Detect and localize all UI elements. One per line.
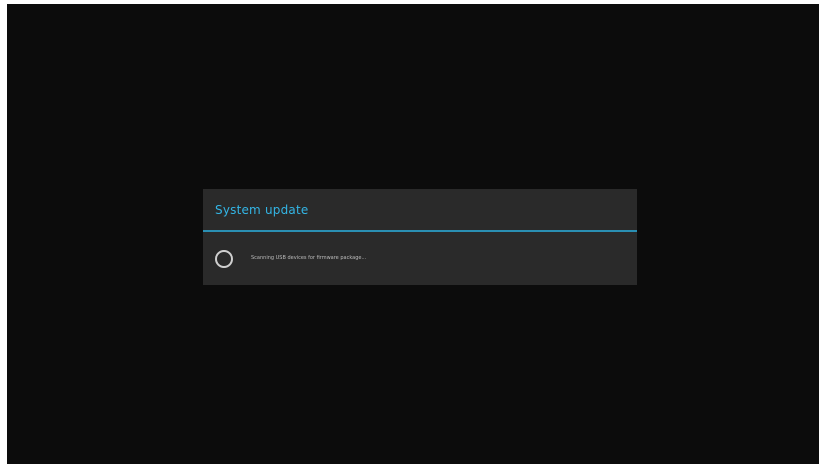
tv-screen: System update Scanning USB devices for f… xyxy=(7,4,819,464)
system-update-dialog: System update Scanning USB devices for f… xyxy=(203,189,637,285)
dialog-body: Scanning USB devices for firmware packag… xyxy=(203,232,637,285)
loading-spinner-icon xyxy=(215,249,233,268)
status-message: Scanning USB devices for firmware packag… xyxy=(251,255,367,261)
dialog-title: System update xyxy=(215,203,309,217)
